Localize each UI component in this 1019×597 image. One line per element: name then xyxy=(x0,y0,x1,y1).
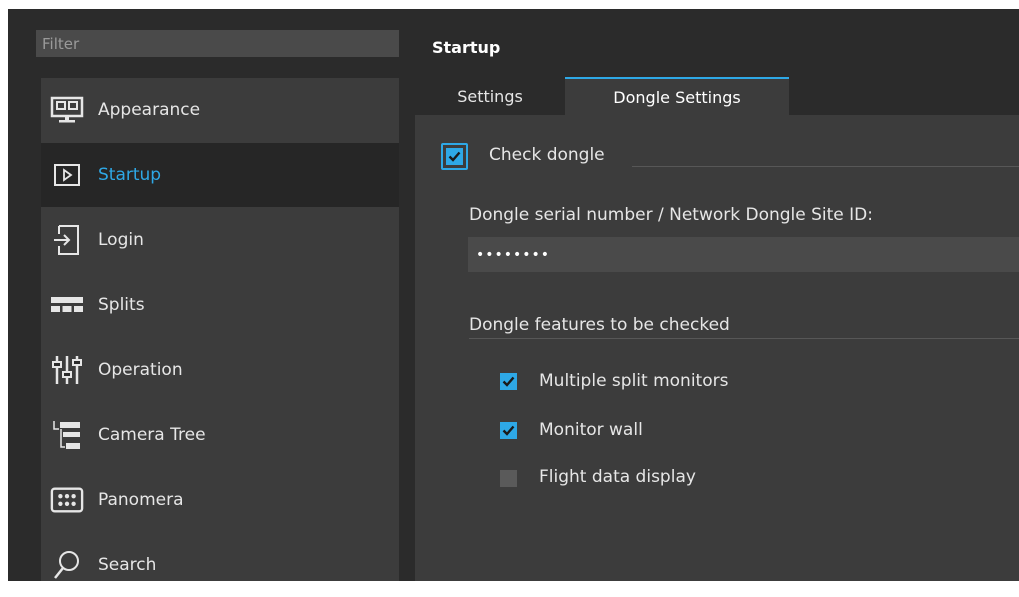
sidebar-item-search[interactable]: Search xyxy=(41,533,399,597)
features-label: Dongle features to be checked xyxy=(469,315,730,335)
checkmark-icon xyxy=(502,425,515,436)
page-title: Startup xyxy=(432,38,501,57)
sidebar-item-camera-tree[interactable]: Camera Tree xyxy=(41,403,399,467)
login-icon xyxy=(50,225,84,255)
tree-icon xyxy=(50,420,84,450)
dongle-settings-panel xyxy=(415,115,1019,581)
sidebar-item-label: Startup xyxy=(98,165,162,185)
category-list: Appearance Startup Login Splits Operatio… xyxy=(41,78,399,581)
multiple-split-monitors-label: Multiple split monitors xyxy=(539,371,729,391)
multiple-split-monitors-checkbox[interactable] xyxy=(500,373,517,390)
sidebar-item-login[interactable]: Login xyxy=(41,208,399,272)
flight-data-display-label: Flight data display xyxy=(539,467,696,487)
monitor-icon xyxy=(50,95,84,125)
tab-settings[interactable]: Settings xyxy=(428,77,552,115)
sidebar-item-label: Search xyxy=(98,555,157,575)
panomera-icon xyxy=(50,485,84,515)
filter-input[interactable] xyxy=(36,30,399,57)
checkmark-icon xyxy=(448,151,461,162)
tab-dongle-settings[interactable]: Dongle Settings xyxy=(565,77,789,115)
check-dongle-label: Check dongle xyxy=(489,145,605,165)
monitor-wall-checkbox[interactable] xyxy=(500,422,517,439)
sidebar-item-operation[interactable]: Operation xyxy=(41,338,399,402)
sliders-icon xyxy=(50,355,84,385)
sidebar-item-panomera[interactable]: Panomera xyxy=(41,468,399,532)
serial-number-field[interactable]: •••••••• xyxy=(468,237,1019,272)
sidebar-item-label: Login xyxy=(98,230,144,250)
search-icon xyxy=(50,550,84,580)
sidebar-item-label: Panomera xyxy=(98,490,184,510)
sidebar-item-label: Camera Tree xyxy=(98,425,206,445)
sidebar-item-splits[interactable]: Splits xyxy=(41,273,399,337)
play-icon xyxy=(50,160,84,190)
flight-data-display-checkbox[interactable] xyxy=(500,470,517,487)
monitor-wall-label: Monitor wall xyxy=(539,420,643,440)
sidebar-item-startup[interactable]: Startup xyxy=(41,143,399,207)
check-dongle-checkbox[interactable] xyxy=(441,143,468,170)
sidebar-item-label: Operation xyxy=(98,360,183,380)
sidebar-item-label: Splits xyxy=(98,295,145,315)
checkmark-icon xyxy=(502,376,515,387)
splits-icon xyxy=(50,290,84,320)
sidebar-item-appearance[interactable]: Appearance xyxy=(41,78,399,142)
sidebar-item-label: Appearance xyxy=(98,100,201,120)
serial-number-label: Dongle serial number / Network Dongle Si… xyxy=(469,205,873,225)
divider xyxy=(632,166,1019,167)
divider xyxy=(469,338,1019,339)
